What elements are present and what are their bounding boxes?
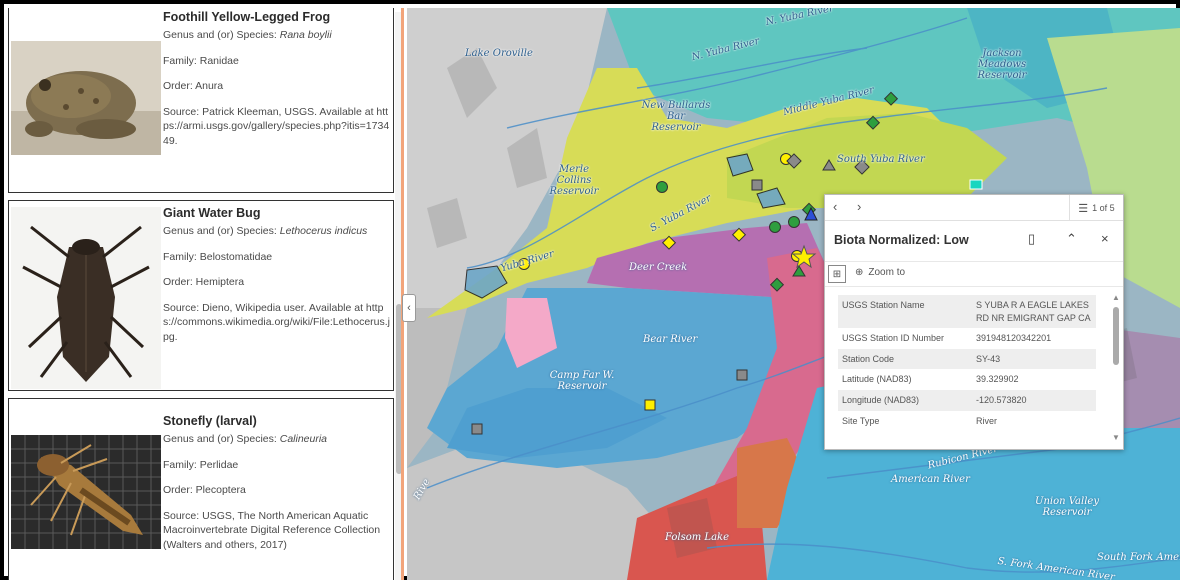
chevron-up-icon: ⌃ [1066,231,1077,246]
map-label: Deer Creek [629,262,688,273]
app-frame: Foothill Yellow-Legged Frog Genus and (o… [0,0,1180,580]
scrollbar-thumb[interactable] [396,304,401,474]
map-label: Bear River [643,334,698,345]
scroll-down-icon[interactable]: ▼ [1112,433,1120,442]
order-line: Order: Anura [163,80,224,93]
genus-value: Rana boylii [279,29,332,42]
grid-icon: ⊞ [832,268,842,280]
collapse-panel-button[interactable]: ‹ [402,294,416,322]
list-icon: ☰ [1078,202,1089,215]
genus-line: Genus and (or) Species: Calineuria [163,433,328,446]
genus-line: Genus and (or) Species: Lethocerus indic… [163,225,368,238]
scroll-up-icon[interactable]: ▲ [1112,293,1120,302]
species-panel: Foothill Yellow-Legged Frog Genus and (o… [8,8,404,580]
zoom-to-button[interactable]: ⊕ Zoom to [855,267,905,278]
source-line: Source: USGS, The North American Aquatic… [163,509,381,551]
species-name: Giant Water Bug [163,206,261,220]
feature-list-button[interactable]: ☰ 1 of 5 [1069,195,1123,221]
actions-menu-button[interactable]: ⊞ [828,265,846,283]
popup-nav-bar: ‹ › ☰ 1 of 5 [825,195,1123,221]
map-label: New Bullards Bar Reservoir [641,100,711,133]
feature-popup: ‹ › ☰ 1 of 5 Biota Normalized: Low ▯ ⌃ ×… [824,194,1124,450]
table-row: Longitude (NAD83) -120.573820 [838,389,1096,411]
chevron-right-icon: › [857,199,862,214]
map-label: Camp Far W. Reservoir [549,370,615,392]
water-bug-photo [11,207,161,389]
source-line: Source: Patrick Kleeman, USGS. Available… [163,105,390,147]
genus-value: Lethocerus indicus [279,225,368,238]
previous-feature-button[interactable]: ‹ [833,199,837,214]
genus-line: Genus and (or) Species: Rana boylii [163,29,332,42]
map-label: Lake Oroville [465,48,533,59]
map-label: Union Valley Reservoir [1035,496,1099,518]
dock-button[interactable]: ▯ [1028,231,1035,247]
table-row: Latitude (NAD83) 39.329902 [842,374,1019,385]
popup-title: Biota Normalized: Low [834,233,969,247]
stonefly-photo [11,435,161,549]
family-line: Family: Perlidae [163,458,239,471]
species-details: Giant Water Bug Genus and (or) Species: … [163,205,391,355]
species-details: Stonefly (larval) Genus and (or) Species… [163,413,391,563]
order-line: Order: Hemiptera [163,276,245,289]
feature-count: 1 of 5 [1092,203,1115,213]
chevron-left-icon: ‹ [407,302,411,314]
map-label: Merle Collins Reservoir [549,164,599,197]
table-row: USGS Station Name S YUBA R A EAGLE LAKES … [838,295,1096,329]
species-card: Stonefly (larval) Genus and (or) Species… [8,398,394,580]
close-icon: × [1101,231,1109,246]
zoom-in-icon: ⊕ [855,267,864,278]
family-line: Family: Ranidae [163,54,239,67]
attribute-table: USGS Station Name S YUBA R A EAGLE LAKES … [838,295,1096,431]
popup-toolbar: ⊞ ⊕ Zoom to [825,261,1123,287]
frog-photo [11,41,161,155]
map-label: Folsom Lake [665,532,730,543]
zoom-to-label: Zoom to [868,267,906,278]
map-label: Jackson Meadows Reservoir [977,48,1027,81]
close-button[interactable]: × [1101,231,1109,246]
species-card: Foothill Yellow-Legged Frog Genus and (o… [8,8,394,193]
next-feature-button[interactable]: › [857,199,861,214]
species-card: Giant Water Bug Genus and (or) Species: … [8,200,394,391]
table-row: USGS Station ID Number 391948120342201 [842,333,1052,344]
dock-icon: ▯ [1028,231,1036,246]
map-label: South Fork American River [1097,552,1180,563]
genus-value: Calineuria [279,433,328,446]
species-details: Foothill Yellow-Legged Frog Genus and (o… [163,9,391,159]
collapse-button[interactable]: ⌃ [1066,231,1077,247]
chevron-left-icon: ‹ [833,199,838,214]
family-line: Family: Belostomatidae [163,250,273,263]
order-line: Order: Plecoptera [163,484,246,497]
source-line: Source: Dieno, Wikipedia user. Available… [163,301,390,343]
scrollbar-thumb[interactable] [1113,307,1119,365]
table-row: Station Code SY-43 [838,348,1096,370]
map-label: American River [891,474,970,485]
map-label: South Yuba River [837,154,925,165]
popup-scrollbar[interactable]: ▲ ▼ [1112,293,1120,443]
species-name: Stonefly (larval) [163,414,257,428]
table-row: Site Type River [842,415,998,426]
species-name: Foothill Yellow-Legged Frog [163,10,331,24]
